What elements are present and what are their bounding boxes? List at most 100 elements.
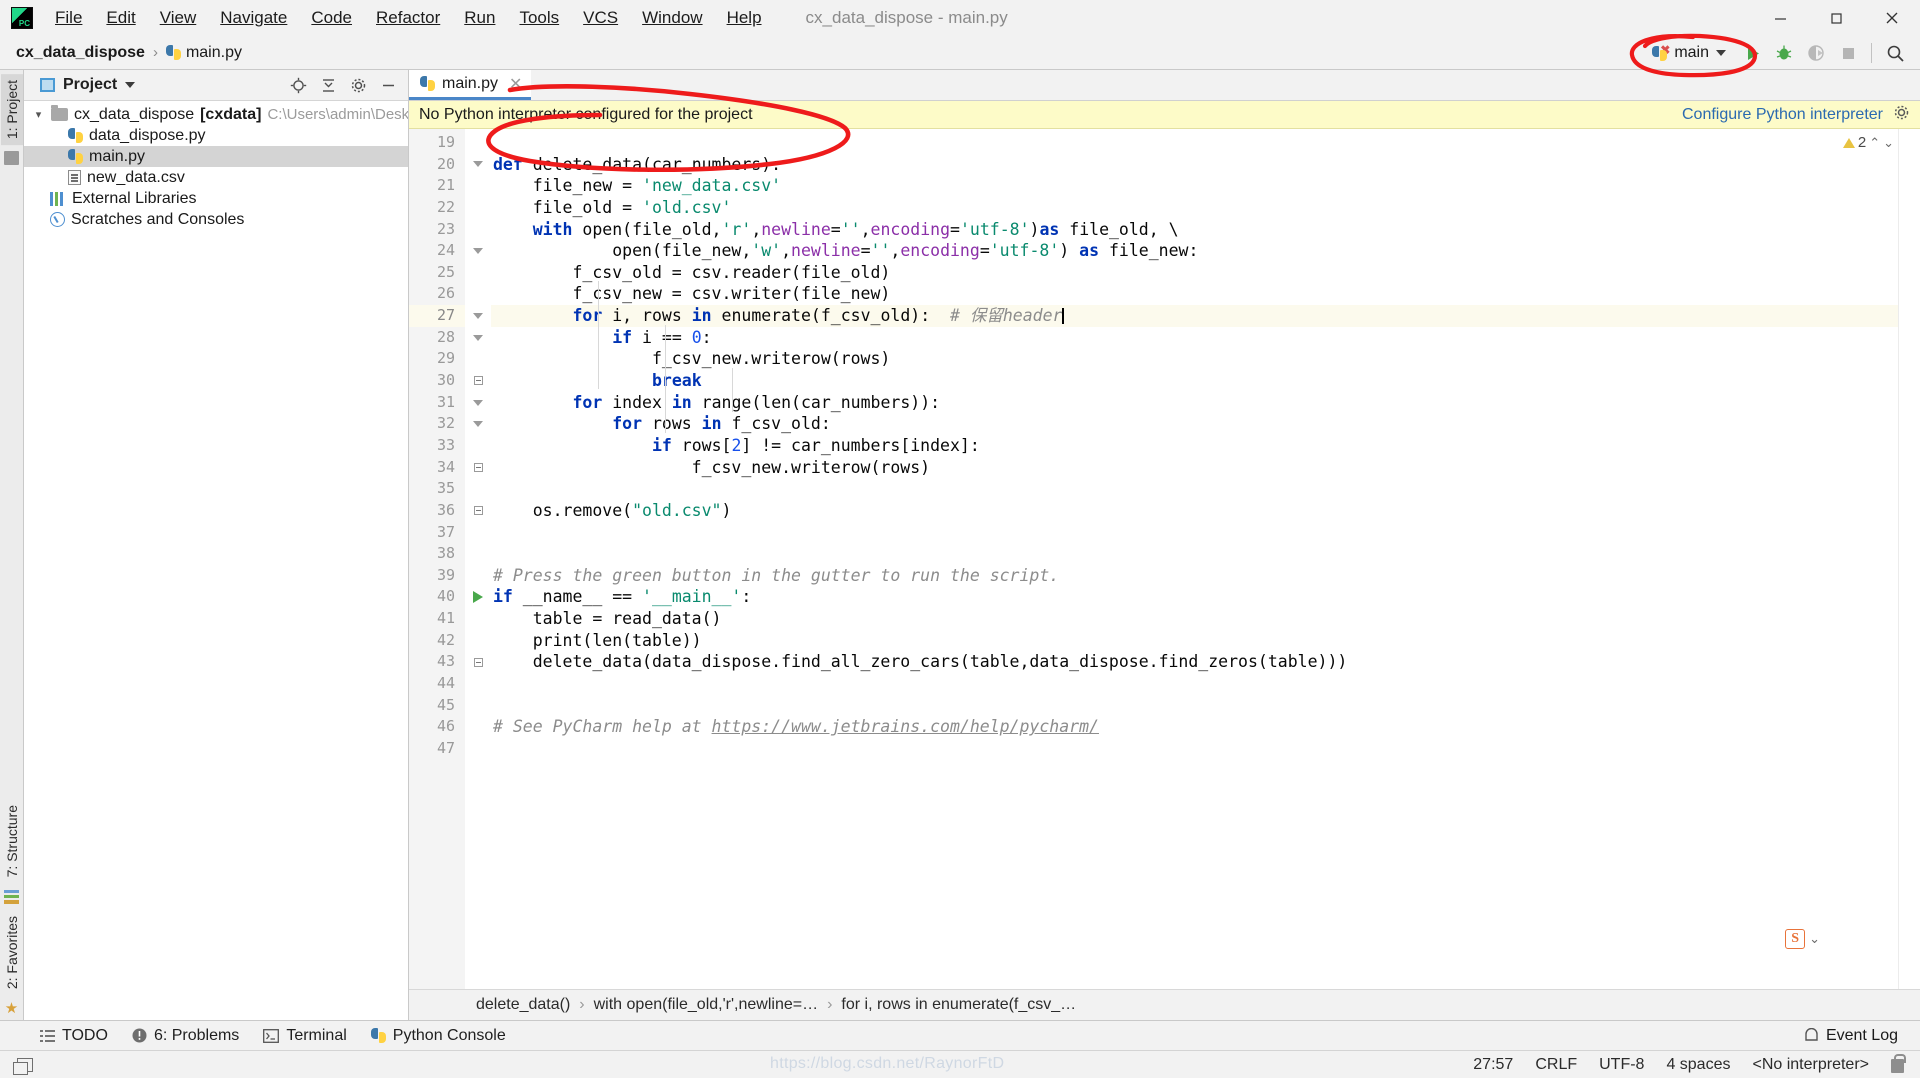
chevron-up-icon[interactable]: ⌃ <box>1869 135 1880 151</box>
code-line[interactable]: break <box>491 370 1898 392</box>
menu-edit[interactable]: Edit <box>94 4 147 32</box>
chevron-down-icon[interactable] <box>125 82 136 88</box>
code-line[interactable]: delete_data(data_dispose.find_all_zero_c… <box>491 651 1898 673</box>
menu-run[interactable]: Run <box>452 4 507 32</box>
maximize-button[interactable] <box>1808 0 1864 36</box>
editor-tab-main-py[interactable]: main.py ✕ <box>409 70 532 100</box>
tree-node-project-root[interactable]: ▾ cx_data_dispose [cxdata] C:\Users\admi… <box>24 104 408 125</box>
code-line[interactable]: if rows[2] != car_numbers[index]: <box>491 435 1898 457</box>
fold-collapse-icon[interactable] <box>473 421 483 428</box>
fold-marker[interactable] <box>465 413 491 435</box>
code-line[interactable]: # Press the green button in the gutter t… <box>491 565 1898 587</box>
menu-tools[interactable]: Tools <box>507 4 571 32</box>
close-tab-icon[interactable]: ✕ <box>505 74 522 94</box>
debug-button[interactable] <box>1769 39 1799 67</box>
inspection-summary[interactable]: 2 ⌃ ⌄ <box>1842 134 1894 151</box>
code-line[interactable]: for index in range(len(car_numbers)): <box>491 392 1898 414</box>
file-encoding[interactable]: UTF-8 <box>1599 1056 1644 1074</box>
indent-setting[interactable]: 4 spaces <box>1666 1056 1730 1074</box>
fold-end-icon[interactable] <box>473 376 483 386</box>
code-line[interactable]: # See PyCharm help at https://www.jetbra… <box>491 716 1898 738</box>
menu-file[interactable]: File <box>43 4 94 32</box>
tree-node-scratches[interactable]: Scratches and Consoles <box>24 209 408 230</box>
fold-marker[interactable] <box>465 500 491 522</box>
collapse-all-icon[interactable] <box>318 75 338 95</box>
code-line[interactable] <box>491 695 1898 717</box>
run-button[interactable] <box>1737 39 1767 67</box>
menu-code[interactable]: Code <box>299 4 364 32</box>
fold-marker[interactable] <box>465 392 491 414</box>
code-line[interactable]: table = read_data() <box>491 608 1898 630</box>
code-line[interactable] <box>491 673 1898 695</box>
tool-window-problems[interactable]: 6: Problems <box>120 1024 251 1048</box>
event-log-button[interactable]: Event Log <box>1796 1024 1906 1048</box>
tool-window-terminal[interactable]: Terminal <box>251 1024 358 1048</box>
fold-end-icon[interactable] <box>473 462 483 472</box>
code-line[interactable]: if i == 0: <box>491 327 1898 349</box>
run-with-coverage-button[interactable] <box>1801 39 1831 67</box>
code-line[interactable] <box>491 132 1898 154</box>
code-line[interactable]: f_csv_new.writerow(rows) <box>491 348 1898 370</box>
code-line[interactable]: if __name__ == '__main__': <box>491 586 1898 608</box>
code-folding-gutter[interactable] <box>465 129 491 989</box>
sidebar-item-project[interactable]: 1: Project <box>0 74 23 146</box>
search-everywhere-button[interactable] <box>1880 39 1910 67</box>
line-separator[interactable]: CRLF <box>1535 1056 1577 1074</box>
sidebar-item-structure[interactable]: 7: Structure <box>1 799 23 883</box>
stop-button[interactable] <box>1833 39 1863 67</box>
breadcrumb-for-loop[interactable]: for i, rows in enumerate(f_csv_… <box>838 994 1079 1016</box>
code-line[interactable]: f_csv_new.writerow(rows) <box>491 457 1898 479</box>
menu-vcs[interactable]: VCS <box>571 4 630 32</box>
tree-node-new-data-csv[interactable]: new_data.csv <box>24 167 408 188</box>
fold-collapse-icon[interactable] <box>473 248 483 255</box>
breadcrumb-function[interactable]: delete_data() <box>473 994 573 1016</box>
code-line[interactable]: def delete_data(car_numbers): <box>491 154 1898 176</box>
window-layout-icon[interactable] <box>13 1057 33 1075</box>
code-line[interactable]: with open(file_old,'r',newline='',encodi… <box>491 219 1898 241</box>
code-line[interactable]: file_old = 'old.csv' <box>491 197 1898 219</box>
menu-window[interactable]: Window <box>630 4 714 32</box>
fold-marker[interactable] <box>465 154 491 176</box>
fold-collapse-icon[interactable] <box>473 399 483 406</box>
run-gutter-icon[interactable] <box>465 586 491 608</box>
code-line[interactable]: for i, rows in enumerate(f_csv_old): # 保… <box>491 305 1898 327</box>
fold-marker[interactable] <box>465 327 491 349</box>
caret-position[interactable]: 27:57 <box>1473 1056 1513 1074</box>
fold-marker[interactable] <box>465 240 491 262</box>
fold-end-icon[interactable] <box>473 657 483 667</box>
tree-node-external-libraries[interactable]: External Libraries <box>24 188 408 209</box>
chevron-down-icon[interactable]: ▾ <box>32 108 45 121</box>
chevron-down-icon[interactable]: ⌄ <box>1809 931 1820 947</box>
fold-marker[interactable] <box>465 370 491 392</box>
code-line[interactable] <box>491 522 1898 544</box>
gear-icon[interactable] <box>348 75 368 95</box>
menu-view[interactable]: View <box>148 4 209 32</box>
breadcrumb-with-block[interactable]: with open(file_old,'r',newline=… <box>591 994 821 1016</box>
code-line[interactable] <box>491 738 1898 760</box>
run-configuration-selector[interactable]: ✖ main <box>1645 41 1735 65</box>
gear-icon[interactable] <box>1893 104 1910 126</box>
code-editor[interactable]: 19 20 21 22 23 24 25 26 27 28 29 30 31 32 33 34 35 36 37 38… <box>409 129 1920 989</box>
floating-plugin-badge[interactable]: S ⌄ <box>1785 929 1820 949</box>
code-line[interactable]: f_csv_old = csv.reader(file_old) <box>491 262 1898 284</box>
inspection-strip[interactable] <box>1898 129 1920 989</box>
menu-navigate[interactable]: Navigate <box>208 4 299 32</box>
fold-collapse-icon[interactable] <box>473 312 483 319</box>
breadcrumb-project[interactable]: cx_data_dispose <box>12 42 149 64</box>
code-line[interactable]: os.remove("old.csv") <box>491 500 1898 522</box>
locate-icon[interactable] <box>288 75 308 95</box>
fold-marker[interactable] <box>465 457 491 479</box>
sidebar-item-favorites[interactable]: 2: Favorites <box>1 910 23 995</box>
fold-marker[interactable] <box>465 651 491 673</box>
code-line[interactable] <box>491 478 1898 500</box>
code-line[interactable] <box>491 543 1898 565</box>
fold-collapse-icon[interactable] <box>473 161 483 168</box>
hide-panel-icon[interactable] <box>378 75 398 95</box>
code-text[interactable]: def delete_data(car_numbers): file_new =… <box>491 129 1898 989</box>
interpreter-status[interactable]: <No interpreter> <box>1752 1056 1869 1074</box>
close-button[interactable] <box>1864 0 1920 36</box>
menu-refactor[interactable]: Refactor <box>364 4 452 32</box>
lock-icon[interactable] <box>1891 1054 1906 1073</box>
structure-mini-icon[interactable] <box>4 151 19 166</box>
minimize-button[interactable] <box>1752 0 1808 36</box>
